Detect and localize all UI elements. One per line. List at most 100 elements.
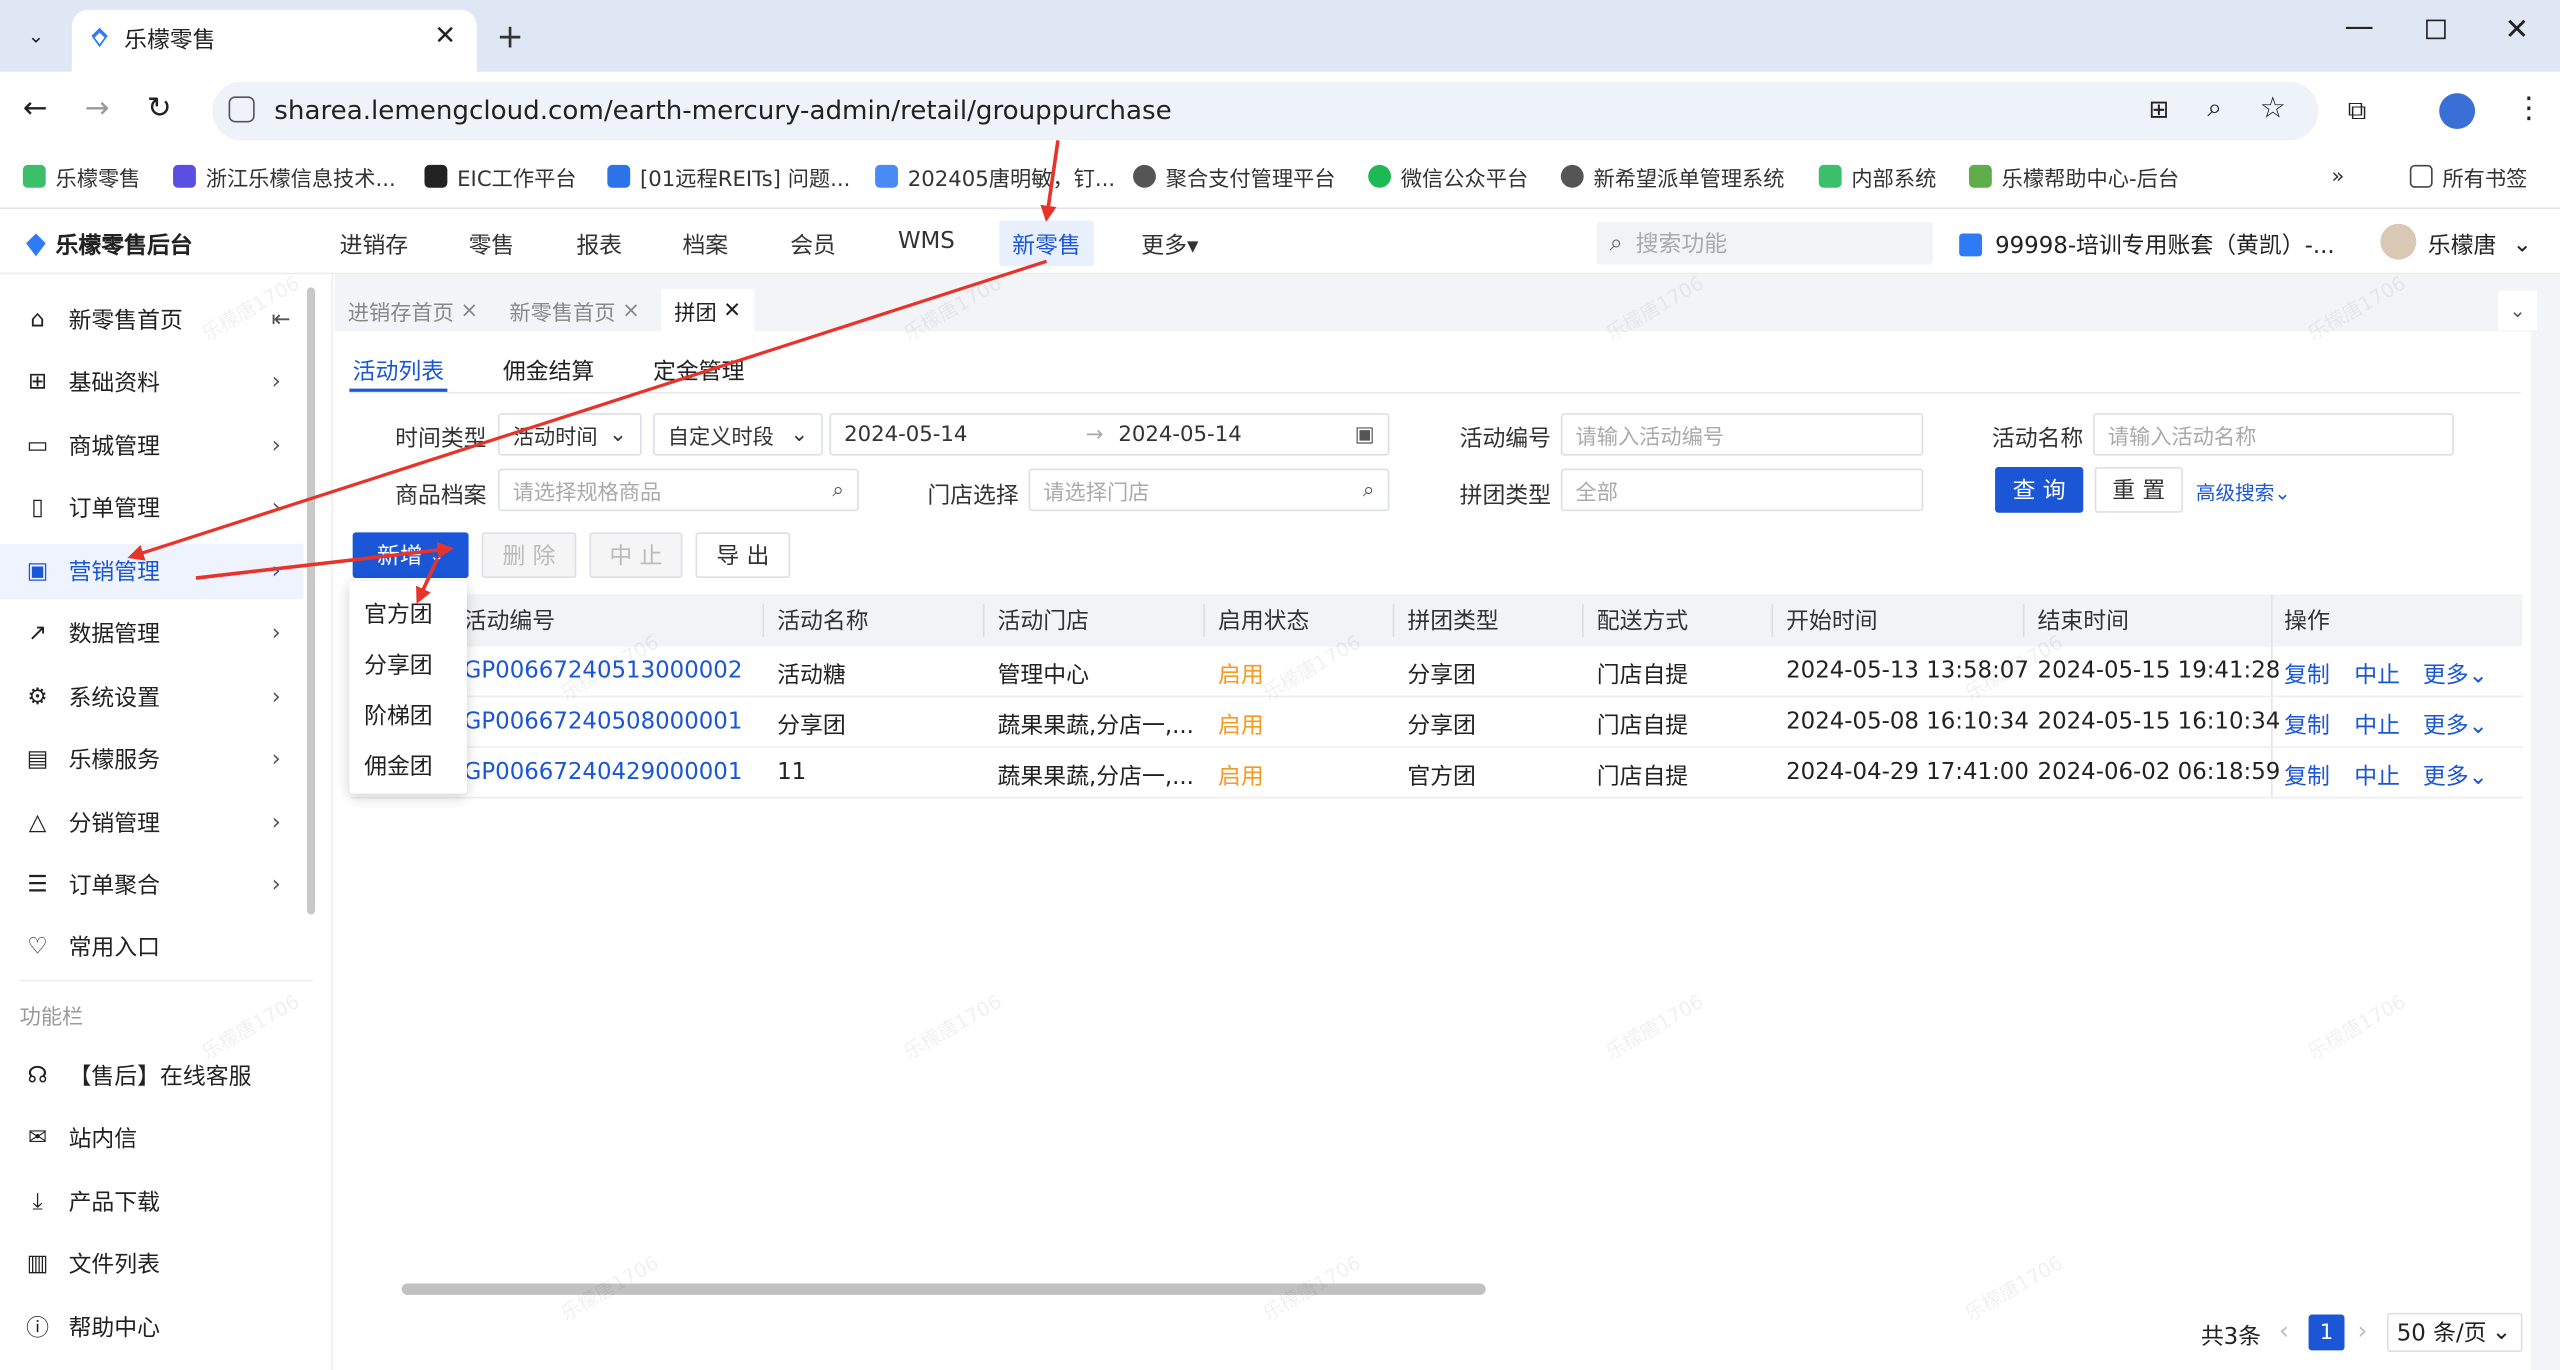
reset-button[interactable]: 重 置 (2094, 467, 2183, 513)
address-bar[interactable]: sharea.lemengcloud.com/earth-mercury-adm… (212, 81, 2319, 141)
nav-jinxiaocun[interactable]: 进销存 (340, 229, 409, 262)
query-button[interactable]: 查 询 (1995, 467, 2084, 513)
sidebar-item-marketing[interactable]: ▣ 营销管理 › (0, 543, 304, 600)
all-bookmarks[interactable]: 所有书签 (2409, 158, 2527, 194)
sidebar-item-home[interactable]: ⌂ 新零售首页 ⇤ (0, 292, 304, 348)
sidebar-item-favorites[interactable]: ♡ 常用入口 (0, 919, 304, 975)
row-3-no[interactable]: GP00667240429000001 (464, 759, 743, 785)
bookmark-7[interactable]: 微信公众平台 (1368, 158, 1528, 194)
horizontal-scrollbar[interactable] (401, 1283, 1486, 1295)
export-button[interactable]: 导 出 (695, 532, 791, 579)
sidebar-scrollbar[interactable] (306, 287, 316, 915)
group-type-select[interactable]: 全部 (1560, 468, 1924, 512)
row-1-no[interactable]: GP00667240513000002 (464, 658, 743, 684)
prev-page-icon[interactable]: ‹ (2279, 1316, 2289, 1345)
tab-close-icon[interactable]: ✕ (434, 20, 456, 51)
goods-select[interactable]: 请选择规格商品 ⌕ (497, 468, 859, 512)
nav-baobiao[interactable]: 报表 (576, 229, 622, 262)
row-1-copy[interactable]: 复制 (2284, 658, 2330, 691)
store-select[interactable]: 请选择门店 ⌕ (1028, 468, 1390, 512)
sidebar-item-settings[interactable]: ⚙ 系统设置 › (0, 669, 304, 725)
menu-item-official[interactable]: 官方团 (364, 598, 433, 631)
nav-lingshou[interactable]: 零售 (469, 229, 515, 262)
menu-item-commission[interactable]: 佣金团 (364, 749, 433, 782)
back-icon[interactable]: ← (23, 91, 48, 125)
bookmark-10[interactable]: 乐檬帮助中心-后台 (1968, 158, 2179, 194)
sidebar-func-messages[interactable]: ✉ 站内信 (0, 1110, 304, 1166)
row-2-stop[interactable]: 中止 (2354, 709, 2400, 742)
browser-tab[interactable]: 乐檬零售 ✕ (71, 9, 477, 72)
more-bookmarks-icon[interactable]: » (2331, 158, 2344, 194)
sidebar-item-data[interactable]: ↗ 数据管理 › (0, 606, 304, 662)
menu-item-ladder[interactable]: 阶梯团 (364, 699, 433, 732)
tabs-dropdown-icon[interactable]: ⌄ (2497, 290, 2538, 330)
nav-huiyuan[interactable]: 会员 (790, 229, 836, 262)
next-page-icon[interactable]: › (2358, 1316, 2368, 1345)
page-tab-pintuan[interactable]: 拼团 ✕ (661, 289, 755, 332)
row-2-no[interactable]: GP00667240508000001 (464, 709, 743, 735)
nav-more[interactable]: 更多▾ (1141, 229, 1198, 262)
delete-button[interactable]: 删 除 (481, 532, 577, 579)
collapse-sidebar-icon[interactable]: ⇤ (271, 307, 290, 333)
app-logo[interactable]: 乐檬零售后台 (23, 229, 193, 262)
sidebar-item-service[interactable]: ▤ 乐檬服务 › (0, 732, 304, 788)
sidebar-item-orders[interactable]: ▯ 订单管理 › (0, 480, 304, 536)
row-1-stop[interactable]: 中止 (2354, 658, 2400, 691)
browser-menu-icon[interactable]: ⋮ (2514, 91, 2543, 125)
nav-dangan[interactable]: 档案 (682, 229, 728, 262)
add-button[interactable]: 新增 ⌄ (352, 532, 469, 579)
sidebar-item-distribution[interactable]: △ 分销管理 › (0, 795, 304, 851)
site-info-icon[interactable] (228, 96, 255, 123)
advanced-search-link[interactable]: 高级搜索 ⌄ (2196, 478, 2291, 506)
stop-button[interactable]: 中 止 (589, 532, 683, 579)
page-1[interactable]: 1 (2308, 1314, 2345, 1351)
sidebar-func-download[interactable]: ⤓ 产品下载 (0, 1174, 304, 1230)
bookmark-9[interactable]: 内部系统 (1818, 158, 1936, 194)
row-3-stop[interactable]: 中止 (2354, 759, 2400, 792)
bookmark-1[interactable]: 乐檬零售 (22, 158, 141, 194)
row-3-copy[interactable]: 复制 (2284, 759, 2330, 792)
date-range-picker[interactable]: 2024-05-14 → 2024-05-14 ▣ (829, 413, 1390, 456)
account-selector[interactable]: 99998-培训专用账套（黄凯）-... (1959, 229, 2335, 262)
sidebar-item-order-aggregate[interactable]: ☰ 订单聚合 › (0, 857, 304, 913)
bookmark-5[interactable]: 202405唐明敏，钉... (875, 158, 1115, 194)
tab-list-icon[interactable]: ⌄ (16, 16, 55, 55)
subtab-deposit[interactable]: 定金管理 (653, 354, 744, 387)
page-size-select[interactable]: 50 条/页 ⌄ (2386, 1312, 2523, 1353)
close-window-icon[interactable]: ✕ (2504, 13, 2529, 47)
extensions-icon[interactable]: ⧉ (2348, 95, 2367, 128)
function-search-input[interactable]: ⌕ 搜索功能 (1596, 222, 1934, 265)
nav-wms[interactable]: WMS (898, 229, 955, 255)
bookmark-2[interactable]: 浙江乐檬信息技术... (173, 158, 396, 194)
page-tab-jxc[interactable]: 进销存首页 × (334, 289, 492, 332)
bookmark-6[interactable]: 聚合支付管理平台 (1133, 158, 1336, 194)
subtab-activity-list[interactable]: 活动列表 (353, 354, 444, 387)
user-menu[interactable]: 乐檬唐 ⌄ (2428, 229, 2532, 262)
minimize-icon[interactable]: — (2344, 10, 2373, 44)
bookmark-star-icon[interactable]: ☆ (2260, 91, 2286, 125)
row-2-more[interactable]: 更多⌄ (2423, 709, 2488, 742)
menu-item-share[interactable]: 分享团 (364, 648, 433, 681)
bookmark-4[interactable]: [01远程REITs] 问题... (607, 158, 850, 194)
sidebar-func-support[interactable]: ☊ 【售后】在线客服 (0, 1048, 304, 1104)
bookmark-8[interactable]: 新希望派单管理系统 (1560, 158, 1785, 194)
row-2-copy[interactable]: 复制 (2284, 709, 2330, 742)
row-3-more[interactable]: 更多⌄ (2423, 759, 2488, 792)
activity-name-input[interactable]: 请输入活动名称 (2093, 413, 2454, 456)
user-avatar[interactable] (2380, 223, 2417, 260)
period-select[interactable]: 自定义时段 ⌄ (653, 413, 823, 456)
sidebar-item-mall[interactable]: ▭ 商城管理 › (0, 418, 304, 474)
bookmark-3[interactable]: EIC工作平台 (424, 158, 577, 194)
nav-xinlingshou[interactable]: 新零售 (1012, 229, 1081, 262)
translate-icon[interactable]: ⊞ (2149, 95, 2170, 124)
url-text[interactable]: sharea.lemengcloud.com/earth-mercury-adm… (274, 95, 1171, 126)
profile-icon[interactable] (2439, 93, 2476, 129)
zoom-icon[interactable]: ⌕ (2207, 91, 2222, 124)
reload-icon[interactable]: ↻ (147, 91, 172, 125)
activity-no-input[interactable]: 请输入活动编号 (1560, 413, 1924, 456)
subtab-commission[interactable]: 佣金结算 (503, 354, 594, 387)
time-type-select[interactable]: 活动时间 ⌄ (497, 413, 642, 456)
row-1-more[interactable]: 更多⌄ (2423, 658, 2488, 691)
sidebar-item-basic[interactable]: ⊞ 基础资料 › (0, 354, 304, 410)
sidebar-func-help[interactable]: ⓘ 帮助中心 (0, 1300, 304, 1356)
